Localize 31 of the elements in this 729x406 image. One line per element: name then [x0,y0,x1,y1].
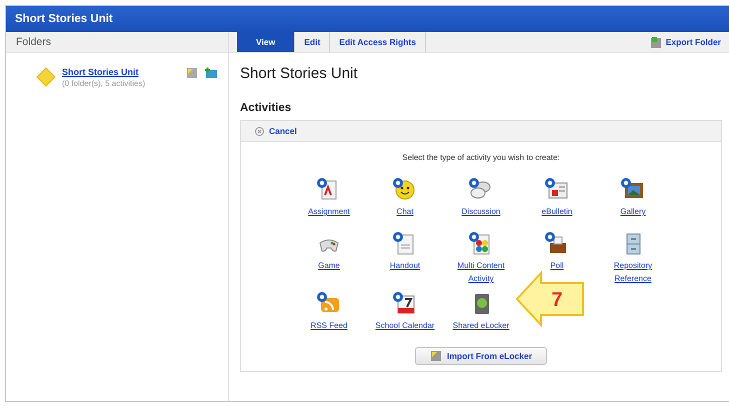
diamond-icon [36,67,56,87]
cancel-link[interactable]: Cancel [269,126,297,136]
cancel-icon[interactable] [255,126,264,136]
activity-link[interactable]: Chat [396,205,414,218]
export-icon [650,36,662,48]
activity-link[interactable]: Shared eLocker [452,319,510,332]
activity-link[interactable]: Discussion [462,205,500,218]
tab[interactable]: View [237,32,296,52]
activity-link[interactable]: Assignment [308,205,350,218]
import-button[interactable]: Import From eLocker [414,347,548,365]
export-folder-button[interactable]: Export Folder [650,32,729,52]
activity-link[interactable]: eBulletin [542,205,572,218]
activity-link[interactable]: School Calendar [375,319,435,332]
tab[interactable]: Edit [295,32,330,52]
window-title: Short Stories Unit [15,13,113,25]
activity-link[interactable]: Gallery [620,205,646,218]
activity-link[interactable]: Handout [390,259,420,272]
folder-summary: (0 folder(s), 5 activities) [62,79,146,88]
section-title: Activities [240,102,292,114]
folder-add-icon[interactable] [204,67,218,79]
callout-arrow: 7 [515,271,585,327]
panel-header: Folders [16,36,52,48]
activity-link[interactable]: RSS Feed [310,319,348,332]
tab[interactable]: Edit Access Rights [330,32,426,52]
activity-link[interactable]: Game [318,259,340,272]
activity-link[interactable]: Poll [550,259,564,272]
folder-link[interactable]: Short Stories Unit [62,67,180,77]
instruction-text: Select the type of activity you wish to create: [401,153,561,162]
page-title: Short Stories Unit [240,65,359,82]
activity-link[interactable]: Repository Reference [602,259,664,285]
activity-link[interactable]: Multi Content Activity [450,259,512,285]
